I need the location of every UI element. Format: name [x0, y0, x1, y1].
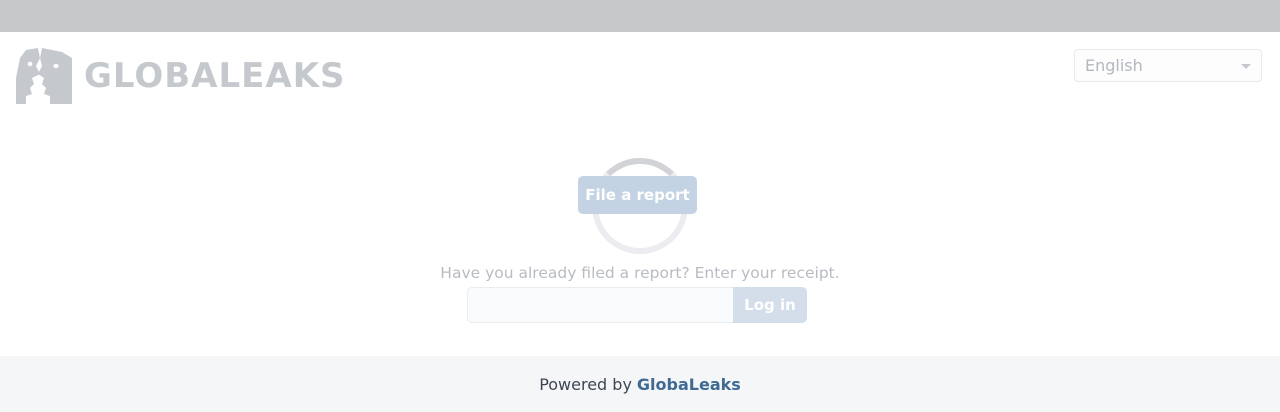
logo[interactable]: GLOBALEAKS [16, 48, 346, 104]
header: GLOBALEAKS English [0, 32, 1280, 122]
language-selected: English [1085, 56, 1143, 75]
receipt-prompt: Have you already filed a report? Enter y… [440, 264, 840, 282]
language-select[interactable]: English [1074, 49, 1262, 82]
globaleaks-faces-icon [16, 48, 72, 104]
powered-by-text: Powered by [539, 374, 632, 394]
globaleaks-link[interactable]: GlobaLeaks [637, 375, 741, 394]
file-report-button[interactable]: File a report [578, 176, 697, 214]
receipt-input[interactable] [467, 287, 733, 323]
footer: Powered by GlobaLeaks [0, 356, 1280, 412]
chevron-down-icon [1241, 64, 1251, 69]
top-bar [0, 0, 1280, 32]
login-button[interactable]: Log in [733, 287, 807, 323]
logo-text: GLOBALEAKS [84, 56, 346, 96]
